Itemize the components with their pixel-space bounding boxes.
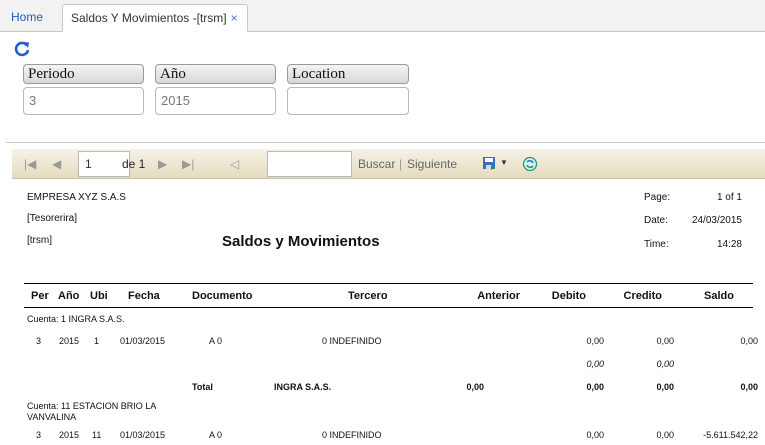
col-credito: Credito (623, 290, 663, 302)
cell-fecha: 01/03/2015 (120, 430, 166, 440)
back-icon[interactable]: ◁ (230, 157, 239, 171)
report-title: Saldos y Movimientos (222, 233, 380, 250)
page-label: Page: (644, 192, 671, 203)
close-icon[interactable]: × (231, 11, 238, 25)
periodo-input[interactable]: 3 (23, 87, 144, 115)
cuenta-header-cont: VANVALINA (27, 412, 77, 422)
cell-per: 3 (36, 336, 42, 346)
tab-home-label: Home (11, 10, 44, 24)
total-anterior: 0,00 (466, 382, 484, 392)
total-label: Total (192, 382, 213, 392)
cell-saldo: -5.611.542,22 (703, 430, 758, 440)
report-toolbar: |◀ ◀ 1 de 1 ▶ ▶| ◁ Buscar | Siguiente ▼ (12, 149, 765, 179)
cell-anio: 2015 (59, 336, 80, 346)
last-page-icon[interactable]: ▶| (182, 157, 194, 171)
time-value: 14:28 (716, 239, 742, 250)
col-ubi: Ubi (90, 290, 108, 302)
cuenta-header: Cuenta: 11 ESTACION BRIO LA (27, 401, 157, 411)
col-tercero: Tercero (348, 290, 388, 302)
date-value: 24/03/2015 (691, 215, 742, 226)
col-per: Per (31, 290, 49, 302)
subtotal-debito: 0,00 (586, 359, 604, 369)
tab-bar: Home Saldos Y Movimientos -[trsm] × (0, 0, 765, 32)
total-debito: 0,00 (586, 382, 604, 392)
cuenta-header: Cuenta: 1 INGRA S.A.S. (27, 314, 125, 324)
periodo-label: Periodo (23, 64, 144, 84)
cell-debito: 0,00 (586, 430, 604, 440)
cell-saldo: 0,00 (740, 336, 758, 346)
next-page-icon[interactable]: ▶ (158, 157, 167, 171)
col-saldo: Saldo (704, 290, 734, 302)
subtotal-credito: 0,00 (656, 359, 674, 369)
refresh-icon[interactable] (13, 40, 31, 58)
prev-page-icon[interactable]: ◀ (52, 157, 61, 171)
location-input[interactable] (287, 87, 409, 115)
first-page-icon[interactable]: |◀ (24, 157, 36, 171)
tab-report-label: Saldos Y Movimientos -[trsm] (71, 11, 227, 25)
col-debito: Debito (551, 290, 586, 302)
cell-ubi: 1 (94, 336, 100, 346)
cell-tercero: 0 INDEFINIDO (322, 336, 382, 346)
page-count: de 1 (122, 157, 146, 171)
cell-credito: 0,00 (656, 430, 674, 440)
cell-debito: 0,00 (586, 336, 604, 346)
cell-tercero: 0 INDEFINIDO (322, 430, 382, 440)
header-top-line (24, 283, 753, 284)
cell-fecha: 01/03/2015 (120, 336, 166, 346)
total-name: INGRA S.A.S. (274, 382, 332, 392)
cell-per: 3 (36, 430, 42, 440)
find-separator: | (399, 157, 403, 171)
col-anterior: Anterior (477, 290, 520, 302)
cell-documento: A 0 (209, 336, 223, 346)
export-save-icon[interactable] (482, 156, 496, 170)
page-value: 1 of 1 (716, 192, 742, 203)
col-documento: Documento (192, 290, 253, 302)
col-anio: Año (58, 290, 80, 302)
company-name: EMPRESA XYZ S.A.S (27, 192, 126, 203)
cell-ubi: 11 (92, 430, 102, 440)
total-credito: 0,00 (656, 382, 674, 392)
total-saldo: 0,00 (740, 382, 758, 392)
export-dropdown-icon[interactable]: ▼ (500, 158, 508, 167)
divider (6, 142, 765, 143)
header-bottom-line (24, 307, 753, 308)
location-label: Location (287, 64, 409, 84)
cell-anio: 2015 (59, 430, 80, 440)
time-label: Time: (644, 239, 669, 250)
date-label: Date: (644, 215, 668, 226)
col-fecha: Fecha (128, 290, 160, 302)
find-input[interactable] (267, 151, 352, 177)
report-body: EMPRESA XYZ S.A.S [Tesorerira] [trsm] Sa… (12, 180, 765, 445)
cell-credito: 0,00 (656, 336, 674, 346)
find-button[interactable]: Buscar (358, 157, 395, 171)
department: [Tesorerira] (27, 213, 78, 224)
refresh-report-icon[interactable] (522, 156, 538, 172)
anio-label: Año (155, 64, 276, 84)
tab-home[interactable]: Home (3, 4, 56, 32)
tab-saldos-movimientos[interactable]: Saldos Y Movimientos -[trsm] × (62, 4, 248, 32)
cell-documento: A 0 (209, 430, 223, 440)
find-next-button[interactable]: Siguiente (407, 157, 457, 171)
report-user: [trsm] (27, 235, 52, 246)
anio-input[interactable]: 2015 (155, 87, 276, 115)
